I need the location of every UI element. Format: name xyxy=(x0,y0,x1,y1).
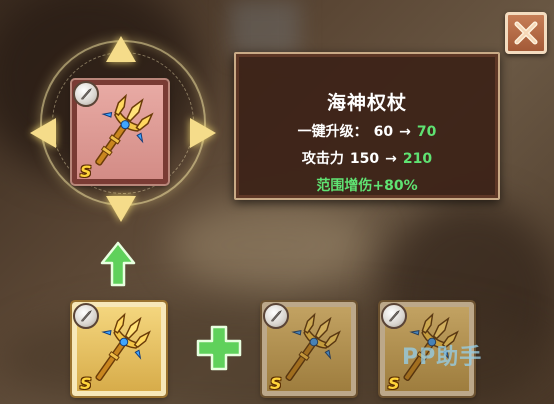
level-to: 70 xyxy=(416,124,437,140)
watermark: PP助手 xyxy=(402,345,483,370)
attack-from: 150 xyxy=(349,151,380,167)
arrow-right-icon xyxy=(190,118,216,148)
rank-label: S xyxy=(80,162,92,181)
level-stat-row: 一键升级： 60 → 70 xyxy=(236,121,498,141)
close-icon xyxy=(514,21,538,45)
green-plus-icon xyxy=(196,325,242,371)
attack-label: 攻击力 xyxy=(301,151,344,167)
attack-stat-row: 攻击力 150 → 210 xyxy=(236,148,498,168)
level-arrow: → xyxy=(399,124,411,140)
sword-badge-icon xyxy=(263,303,289,329)
background-table xyxy=(170,200,370,290)
attack-arrow: → xyxy=(385,151,397,167)
level-from: 60 xyxy=(373,124,394,140)
bonus-stat: 范围增伤+80% xyxy=(316,178,418,194)
rank-label: S xyxy=(270,374,282,393)
attack-to: 210 xyxy=(402,151,433,167)
sword-badge-icon xyxy=(73,81,99,107)
arrow-down-icon xyxy=(106,196,136,222)
material-item-card-1[interactable]: S xyxy=(70,300,168,398)
close-button[interactable] xyxy=(505,12,547,54)
rank-label: S xyxy=(388,374,400,393)
level-label: 一键升级： xyxy=(297,124,368,140)
sword-badge-icon xyxy=(381,303,407,329)
item-title: 海神权杖 xyxy=(326,92,407,114)
sword-badge-icon xyxy=(73,303,99,329)
result-item-card[interactable]: S xyxy=(70,78,170,186)
arrow-left-icon xyxy=(30,118,56,148)
arrow-up-icon xyxy=(106,36,136,62)
green-up-arrow-icon xyxy=(100,241,136,287)
item-tooltip: 海神权杖 一键升级： 60 → 70 攻击力 150 → 210 范围增伤+80% xyxy=(234,52,500,200)
game-scene: S 海神权杖 一键升级： 60 → 70 攻击力 150 → 210 范围增伤+80% xyxy=(0,0,554,404)
background-window xyxy=(230,0,300,56)
material-item-card-2[interactable]: S xyxy=(260,300,358,398)
rank-label: S xyxy=(80,374,92,393)
